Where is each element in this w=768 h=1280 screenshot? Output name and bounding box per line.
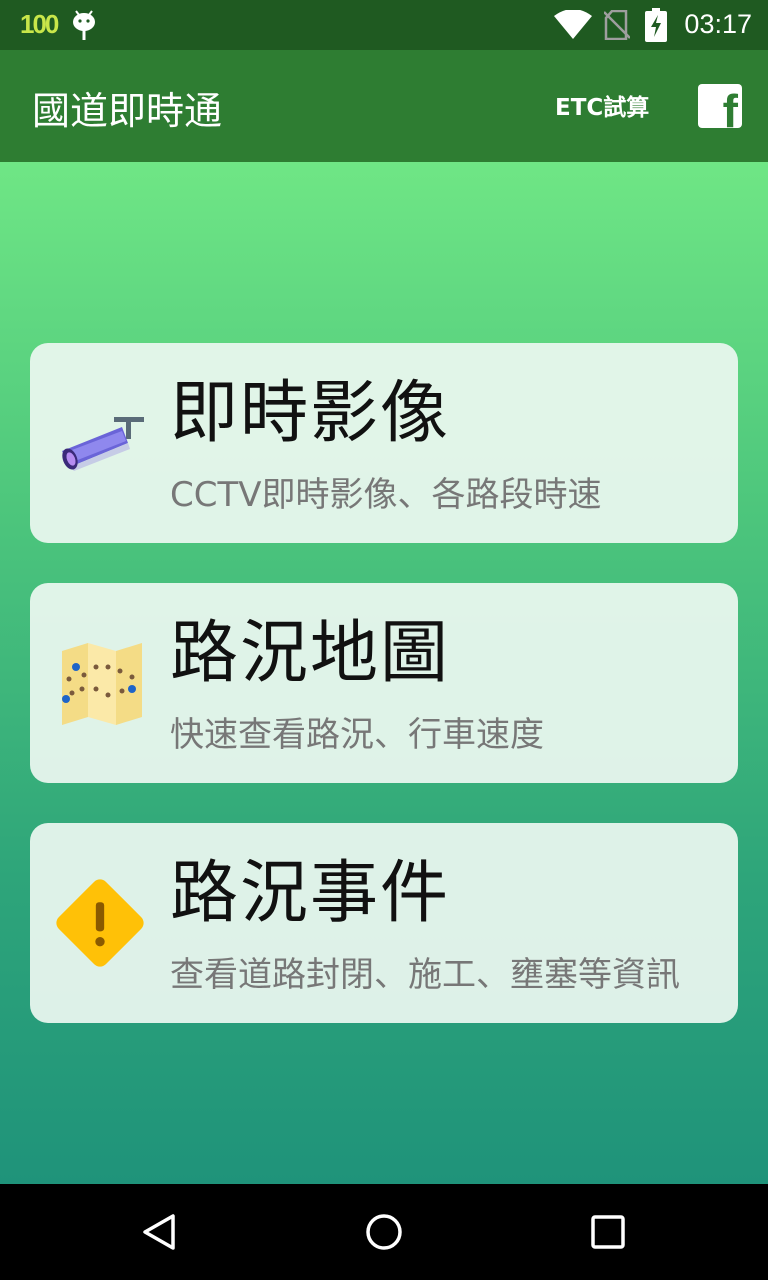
wifi-icon bbox=[554, 10, 592, 39]
cctv-live-card[interactable]: 即時影像 CCTV即時影像、各路段時速 bbox=[30, 343, 738, 543]
card-title: 路況事件 bbox=[170, 854, 451, 933]
card-title: 即時影像 bbox=[170, 374, 451, 453]
status-bar: 100 03:17 bbox=[0, 0, 768, 50]
cctv-camera-icon bbox=[62, 417, 144, 471]
traffic-map-card[interactable]: 路況地圖 快速查看路況、行車速度 bbox=[30, 583, 738, 783]
facebook-button[interactable]: f bbox=[698, 84, 742, 128]
warning-icon bbox=[56, 879, 144, 967]
etc-calculator-button[interactable]: ETC試算 bbox=[555, 88, 649, 122]
home-icon[interactable] bbox=[364, 1212, 404, 1252]
app-bar: 國道即時通 ETC試算 f bbox=[0, 50, 768, 162]
card-subtitle: CCTV即時影像、各路段時速 bbox=[170, 475, 602, 515]
main-content: 即時影像 CCTV即時影像、各路段時速 路況地圖 快速查看路況、行車速度 路況事… bbox=[0, 162, 768, 1184]
card-subtitle: 查看道路封閉、施工、壅塞等資訊 bbox=[170, 955, 680, 995]
facebook-icon: f bbox=[722, 85, 738, 128]
no-sim-icon bbox=[604, 10, 630, 40]
app-title: 國道即時通 bbox=[32, 89, 223, 133]
traffic-events-card[interactable]: 路況事件 查看道路封閉、施工、壅塞等資訊 bbox=[30, 823, 738, 1023]
card-subtitle: 快速查看路況、行車速度 bbox=[170, 715, 544, 755]
back-icon[interactable] bbox=[140, 1212, 180, 1252]
battery-level-text: 100 bbox=[20, 9, 59, 39]
recents-icon[interactable] bbox=[588, 1212, 628, 1252]
map-icon bbox=[62, 643, 142, 725]
battery-charging-icon bbox=[645, 8, 667, 42]
navigation-bar bbox=[0, 1184, 768, 1280]
clock: 03:17 bbox=[684, 9, 752, 39]
card-title: 路況地圖 bbox=[170, 614, 451, 693]
android-icon bbox=[73, 10, 95, 40]
